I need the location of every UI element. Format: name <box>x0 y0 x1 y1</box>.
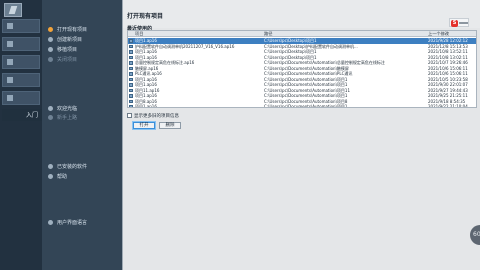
page-title: 打开现有项目 <box>127 13 164 20</box>
project-file-icon <box>129 83 133 87</box>
start-icon <box>7 23 13 29</box>
project-file-icon <box>129 72 133 76</box>
project-name-cell: 项目1.ap16 <box>135 104 157 108</box>
project-file-icon <box>129 61 133 65</box>
table-header: 项目 路径 上一个修改 <box>128 31 476 37</box>
motion-icon <box>7 77 13 83</box>
brand-s-icon: S <box>451 20 458 27</box>
nav-installed-software[interactable]: 已安装的软件 <box>48 162 87 171</box>
portal-tile-plc[interactable] <box>2 55 40 69</box>
column-header-modified[interactable]: 上一个修改 <box>428 31 476 37</box>
plc-icon <box>7 59 13 65</box>
active-dot-icon <box>48 27 53 32</box>
portal-tile-devices[interactable] <box>2 37 40 51</box>
project-file-icon <box>129 88 133 92</box>
siemens-logo-icon: S <box>449 18 469 27</box>
dot-icon <box>48 220 53 225</box>
devices-icon <box>7 41 13 47</box>
project-date-cell: 2021/9/22 21:10:04 <box>428 104 468 108</box>
nav-open-project[interactable]: 打开现有项目 <box>48 25 87 34</box>
portal-tile-getting-started-label: 入门 <box>26 112 39 119</box>
project-file-icon <box>129 66 133 70</box>
open-button[interactable]: 打开 <box>133 122 155 129</box>
column-header-path[interactable]: 路径 <box>264 31 414 37</box>
project-file-icon <box>129 94 133 98</box>
nav-help[interactable]: 帮助 <box>48 172 67 181</box>
show-more-checkbox-row[interactable]: 显示更多旧的项目信息 <box>127 112 179 119</box>
project-file-icon <box>129 39 133 43</box>
recent-projects-table: 项目 路径 上一个修改 项目1.ap16 C:\Users\pc\Desktop\… <box>127 30 477 108</box>
main-header: 打开现有项目 S <box>123 0 480 28</box>
nav-close-project[interactable]: 关闭项目 <box>48 55 77 64</box>
dot-icon <box>48 115 53 120</box>
table-row[interactable]: 项目1.ap16 C:\Users\pc\Documents\Automation… <box>128 104 476 108</box>
nav-ui-language[interactable]: 用户界面语言 <box>48 218 87 227</box>
dot-icon <box>48 106 53 111</box>
nav-migrate-project[interactable]: 移植项目 <box>48 45 77 54</box>
start-nav-panel: 打开现有项目 创建新项目 移植项目 关闭项目 欢迎光临 新手上路 已安装的软件 … <box>42 0 122 270</box>
portal-tile-start[interactable] <box>2 19 40 33</box>
project-path-cell: C:\Users\pc\Documents\Automation\项目1 <box>264 104 348 108</box>
remove-button[interactable]: 删除 <box>159 122 181 129</box>
visualization-icon <box>7 95 13 101</box>
project-file-icon <box>129 77 133 81</box>
nav-first-steps[interactable]: 新手上路 <box>48 113 77 122</box>
project-file-icon <box>129 44 133 48</box>
project-file-icon <box>129 50 133 54</box>
dot-icon <box>48 164 53 169</box>
dot-icon <box>48 174 53 179</box>
portal-tile-motion[interactable] <box>2 73 40 87</box>
main-content: 打开现有项目 S 最近使用的 项目 路径 上一个修改 项目1.ap16 C:\Us… <box>122 0 480 270</box>
nav-create-project[interactable]: 创建新项目 <box>48 35 82 44</box>
show-more-label: 显示更多旧的项目信息 <box>134 113 179 119</box>
project-file-icon <box>129 105 133 107</box>
dot-icon <box>48 37 53 42</box>
project-file-icon <box>129 55 133 59</box>
dot-icon <box>48 47 53 52</box>
show-more-checkbox[interactable] <box>127 113 132 118</box>
tia-logo-icon <box>4 3 22 17</box>
portal-tile-visualization[interactable] <box>2 91 40 105</box>
nav-welcome[interactable]: 欢迎光临 <box>48 104 77 113</box>
portal-tile-getting-started[interactable]: 入门 <box>2 109 42 121</box>
brand-bar-icon <box>459 22 468 24</box>
column-header-project[interactable]: 项目 <box>135 31 255 37</box>
dot-icon <box>48 57 53 62</box>
portal-sidebar: 入门 <box>0 0 42 270</box>
project-file-icon <box>129 99 133 103</box>
